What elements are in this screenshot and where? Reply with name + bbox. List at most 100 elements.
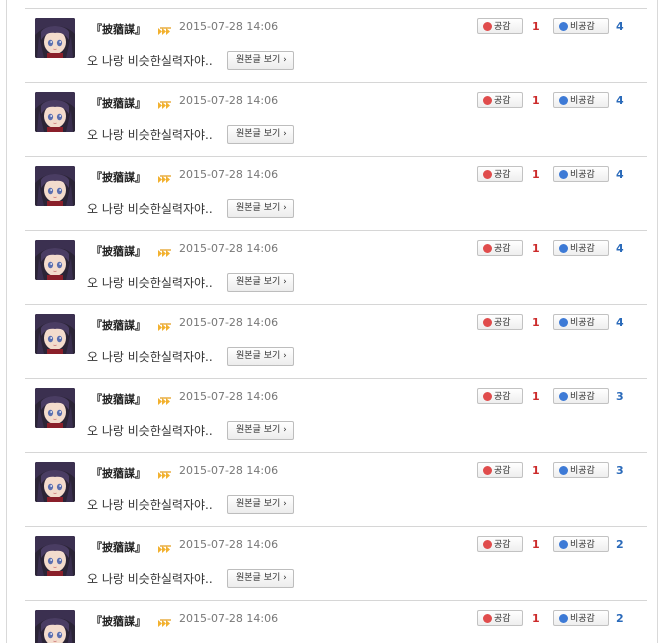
smile-icon (483, 614, 492, 623)
avatar[interactable] (35, 314, 75, 354)
dislike-count: 4 (616, 168, 624, 181)
dislike-button[interactable]: 비공감 (553, 166, 609, 182)
like-button[interactable]: 공감 (477, 314, 523, 330)
comment-author[interactable]: 『披蕕謀』 (91, 21, 146, 37)
avatar[interactable] (35, 536, 75, 576)
comment-author[interactable]: 『披蕕謀』 (91, 317, 146, 333)
frown-icon (559, 466, 568, 475)
comment-date: 2015-07-28 14:06 (179, 390, 279, 403)
like-button[interactable]: 공감 (477, 610, 523, 626)
comment-list: 『披蕕謀』 2015-07-28 14:06 오 나랑 비슷한실력자야.. 원본… (25, 8, 647, 643)
like-button[interactable]: 공감 (477, 462, 523, 478)
like-button[interactable]: 공감 (477, 92, 523, 108)
avatar[interactable] (35, 240, 75, 280)
like-label: 공감 (494, 244, 511, 254)
comment-item: 『披蕕謀』 2015-07-28 14:06 오 나랑 비슷한실력자야.. 원본… (25, 230, 647, 304)
comment-date: 2015-07-28 14:06 (179, 538, 279, 551)
level-badge-icon (158, 244, 173, 257)
dislike-button[interactable]: 비공감 (553, 314, 609, 330)
comment-date: 2015-07-28 14:06 (179, 20, 279, 33)
dislike-button[interactable]: 비공감 (553, 610, 609, 626)
smile-icon (483, 318, 492, 327)
like-count: 1 (532, 242, 540, 255)
dislike-button[interactable]: 비공감 (553, 18, 609, 34)
comment-date: 2015-07-28 14:06 (179, 316, 279, 329)
dislike-button[interactable]: 비공감 (553, 388, 609, 404)
dislike-count: 2 (616, 612, 624, 625)
avatar[interactable] (35, 610, 75, 643)
like-button[interactable]: 공감 (477, 166, 523, 182)
avatar[interactable] (35, 388, 75, 428)
level-badge-icon (158, 170, 173, 183)
smile-icon (483, 392, 492, 401)
dislike-button[interactable]: 비공감 (553, 462, 609, 478)
frown-icon (559, 96, 568, 105)
comment-date: 2015-07-28 14:06 (179, 464, 279, 477)
like-count: 1 (532, 464, 540, 477)
avatar[interactable] (35, 166, 75, 206)
smile-icon (483, 96, 492, 105)
like-count: 1 (532, 20, 540, 33)
like-button[interactable]: 공감 (477, 388, 523, 404)
dislike-button[interactable]: 비공감 (553, 536, 609, 552)
view-original-button[interactable]: 원본글 보기 › (227, 51, 294, 70)
like-button[interactable]: 공감 (477, 240, 523, 256)
avatar[interactable] (35, 92, 75, 132)
level-badge-icon (158, 540, 173, 553)
view-original-button[interactable]: 원본글 보기 › (227, 125, 294, 144)
smile-icon (483, 244, 492, 253)
frown-icon (559, 318, 568, 327)
comment-author[interactable]: 『披蕕謀』 (91, 391, 146, 407)
like-count: 1 (532, 612, 540, 625)
comment-author[interactable]: 『披蕕謀』 (91, 243, 146, 259)
smile-icon (483, 540, 492, 549)
frown-icon (559, 614, 568, 623)
smile-icon (483, 170, 492, 179)
dislike-button[interactable]: 비공감 (553, 240, 609, 256)
comment-item: 『披蕕謀』 2015-07-28 14:06 오 나랑 비슷한실력자야.. 원본… (25, 378, 647, 452)
view-original-button[interactable]: 원본글 보기 › (227, 199, 294, 218)
level-badge-icon (158, 614, 173, 627)
dislike-count: 3 (616, 464, 624, 477)
avatar[interactable] (35, 462, 75, 502)
view-original-button[interactable]: 원본글 보기 › (227, 495, 294, 514)
comment-text: 오 나랑 비슷한실력자야.. (87, 128, 213, 142)
like-label: 공감 (494, 540, 511, 550)
level-badge-icon (158, 318, 173, 331)
comment-author[interactable]: 『披蕕謀』 (91, 539, 146, 555)
smile-icon (483, 22, 492, 31)
dislike-label: 비공감 (570, 614, 595, 624)
like-count: 1 (532, 538, 540, 551)
comment-author[interactable]: 『披蕕謀』 (91, 613, 146, 629)
comment-text: 오 나랑 비슷한실력자야.. (87, 54, 213, 68)
comment-item: 『披蕕謀』 2015-07-28 14:06 오 나랑 비슷한실력자야.. 원본… (25, 526, 647, 600)
comment-text: 오 나랑 비슷한실력자야.. (87, 572, 213, 586)
dislike-count: 4 (616, 316, 624, 329)
view-original-button[interactable]: 원본글 보기 › (227, 273, 294, 292)
view-original-button[interactable]: 원본글 보기 › (227, 421, 294, 440)
level-badge-icon (158, 22, 173, 35)
view-original-button[interactable]: 원본글 보기 › (227, 347, 294, 366)
view-original-button[interactable]: 원본글 보기 › (227, 569, 294, 588)
like-label: 공감 (494, 466, 511, 476)
like-button[interactable]: 공감 (477, 536, 523, 552)
comment-panel: 『披蕕謀』 2015-07-28 14:06 오 나랑 비슷한실력자야.. 원본… (6, 0, 658, 643)
avatar[interactable] (35, 18, 75, 58)
comment-author[interactable]: 『披蕕謀』 (91, 95, 146, 111)
comment-date: 2015-07-28 14:06 (179, 612, 279, 625)
smile-icon (483, 466, 492, 475)
dislike-count: 4 (616, 94, 624, 107)
frown-icon (559, 22, 568, 31)
comment-author[interactable]: 『披蕕謀』 (91, 169, 146, 185)
comment-date: 2015-07-28 14:06 (179, 94, 279, 107)
comment-text: 오 나랑 비슷한실력자야.. (87, 350, 213, 364)
comment-item: 『披蕕謀』 2015-07-28 14:06 오 나랑 비슷한실력자야.. 원본… (25, 452, 647, 526)
like-button[interactable]: 공감 (477, 18, 523, 34)
like-count: 1 (532, 168, 540, 181)
comment-item: 『披蕕謀』 2015-07-28 14:06 오 나랑 비슷한실력자야.. 원본… (25, 304, 647, 378)
dislike-count: 4 (616, 20, 624, 33)
comment-author[interactable]: 『披蕕謀』 (91, 465, 146, 481)
like-label: 공감 (494, 170, 511, 180)
dislike-button[interactable]: 비공감 (553, 92, 609, 108)
frown-icon (559, 540, 568, 549)
